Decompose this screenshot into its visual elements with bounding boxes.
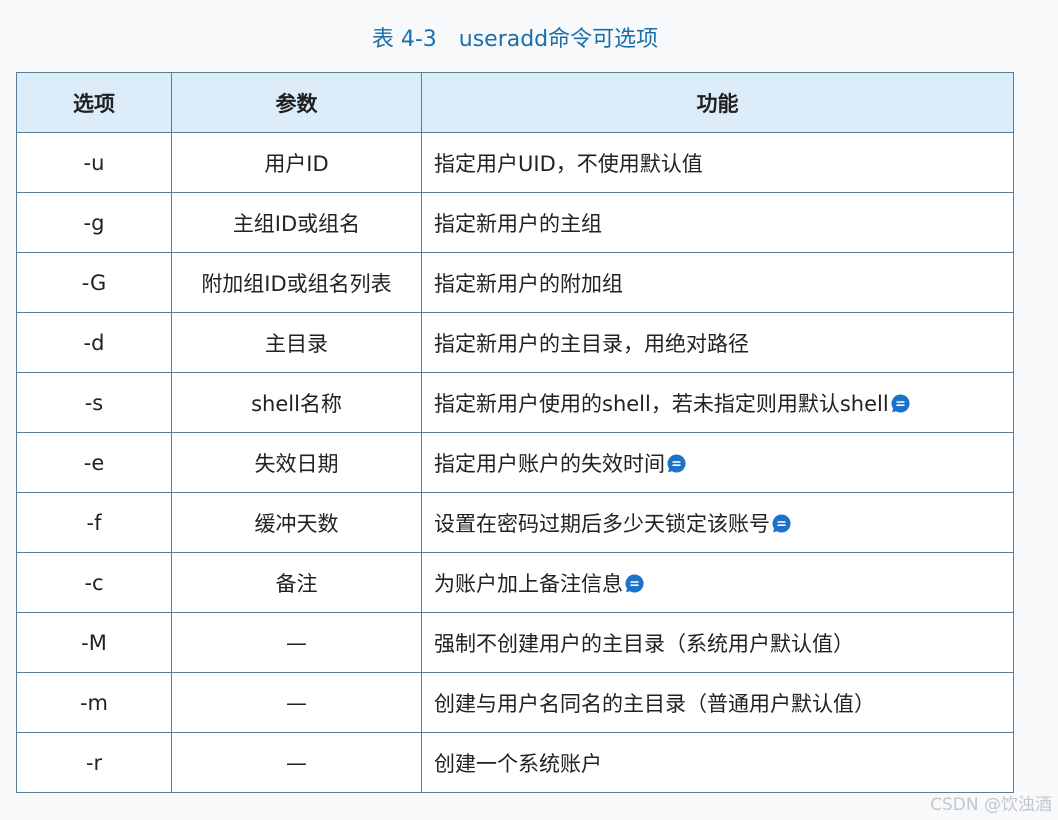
param-cell: —: [171, 732, 422, 793]
option-cell: -u: [16, 132, 172, 193]
function-text: 指定新用户的主组: [434, 211, 602, 236]
header-function: 功能: [421, 72, 1014, 133]
option-cell: -G: [16, 252, 172, 313]
param-cell: 失效日期: [171, 432, 422, 493]
option-cell: -e: [16, 432, 172, 493]
param-cell: 主目录: [171, 312, 422, 373]
param-cell: 备注: [171, 552, 422, 613]
table-caption: 表 4-3 useradd命令可选项: [371, 27, 659, 52]
function-cell: 指定用户账户的失效时间: [421, 432, 1014, 493]
function-text: 创建一个系统账户: [434, 751, 602, 776]
option-cell: -f: [16, 492, 172, 553]
option-cell: -g: [16, 192, 172, 253]
option-cell: -d: [16, 312, 172, 373]
option-cell: -M: [16, 612, 172, 673]
function-text: 指定新用户的主目录，用绝对路径: [434, 331, 749, 356]
table-row: -s shell名称 指定新用户使用的shell，若未指定则用默认shell: [16, 372, 1014, 433]
useradd-options-table: 选项 参数 功能 -u 用户ID 指定用户UID，不使用默认值 -g 主组ID或组名 指定…: [16, 72, 1014, 793]
table-header-row: 选项 参数 功能: [16, 72, 1014, 133]
table-row: -m — 创建与用户名同名的主目录（普通用户默认值）: [16, 672, 1014, 733]
comment-bubble-icon[interactable]: [890, 393, 911, 414]
table-body: -u 用户ID 指定用户UID，不使用默认值 -g 主组ID或组名 指定新用户的主组 -G 附…: [16, 132, 1014, 793]
param-cell: —: [171, 672, 422, 733]
option-cell: -m: [16, 672, 172, 733]
param-cell: 附加组ID或组名列表: [171, 252, 422, 313]
table-row: -u 用户ID 指定用户UID，不使用默认值: [16, 132, 1014, 193]
option-cell: -r: [16, 732, 172, 793]
function-cell: 指定用户UID，不使用默认值: [421, 132, 1014, 193]
function-text: 指定新用户的附加组: [434, 271, 623, 296]
param-cell: 用户ID: [171, 132, 422, 193]
function-text: 为账户加上备注信息: [434, 571, 623, 596]
table-row: -r — 创建一个系统账户: [16, 732, 1014, 793]
header-param: 参数: [171, 72, 422, 133]
param-cell: —: [171, 612, 422, 673]
param-cell: shell名称: [171, 372, 422, 433]
function-cell: 强制不创建用户的主目录（系统用户默认值）: [421, 612, 1014, 673]
option-cell: -s: [16, 372, 172, 433]
table-row: -M — 强制不创建用户的主目录（系统用户默认值）: [16, 612, 1014, 673]
comment-bubble-icon[interactable]: [771, 513, 792, 534]
table-row: -G 附加组ID或组名列表 指定新用户的附加组: [16, 252, 1014, 313]
table-row: -d 主目录 指定新用户的主目录，用绝对路径: [16, 312, 1014, 373]
table-row: -c 备注 为账户加上备注信息: [16, 552, 1014, 613]
table-row: -f 缓冲天数 设置在密码过期后多少天锁定该账号: [16, 492, 1014, 553]
function-text: 指定新用户使用的shell，若未指定则用默认shell: [434, 391, 889, 416]
table-row: -e 失效日期 指定用户账户的失效时间: [16, 432, 1014, 493]
comment-bubble-icon[interactable]: [666, 453, 687, 474]
function-text: 指定用户UID，不使用默认值: [434, 151, 703, 176]
function-cell: 创建一个系统账户: [421, 732, 1014, 793]
table-row: -g 主组ID或组名 指定新用户的主组: [16, 192, 1014, 253]
function-text: 创建与用户名同名的主目录（普通用户默认值）: [434, 691, 875, 716]
function-cell: 指定新用户的主目录，用绝对路径: [421, 312, 1014, 373]
function-text: 强制不创建用户的主目录（系统用户默认值）: [434, 631, 854, 656]
watermark: CSDN @饮浊酒: [930, 795, 1052, 815]
option-cell: -c: [16, 552, 172, 613]
function-text: 指定用户账户的失效时间: [434, 451, 665, 476]
param-cell: 缓冲天数: [171, 492, 422, 553]
function-cell: 指定新用户的主组: [421, 192, 1014, 253]
function-cell: 指定新用户使用的shell，若未指定则用默认shell: [421, 372, 1014, 433]
function-cell: 为账户加上备注信息: [421, 552, 1014, 613]
comment-bubble-icon[interactable]: [624, 573, 645, 594]
function-cell: 设置在密码过期后多少天锁定该账号: [421, 492, 1014, 553]
function-cell: 指定新用户的附加组: [421, 252, 1014, 313]
function-cell: 创建与用户名同名的主目录（普通用户默认值）: [421, 672, 1014, 733]
function-text: 设置在密码过期后多少天锁定该账号: [434, 511, 770, 536]
header-option: 选项: [16, 72, 172, 133]
param-cell: 主组ID或组名: [171, 192, 422, 253]
